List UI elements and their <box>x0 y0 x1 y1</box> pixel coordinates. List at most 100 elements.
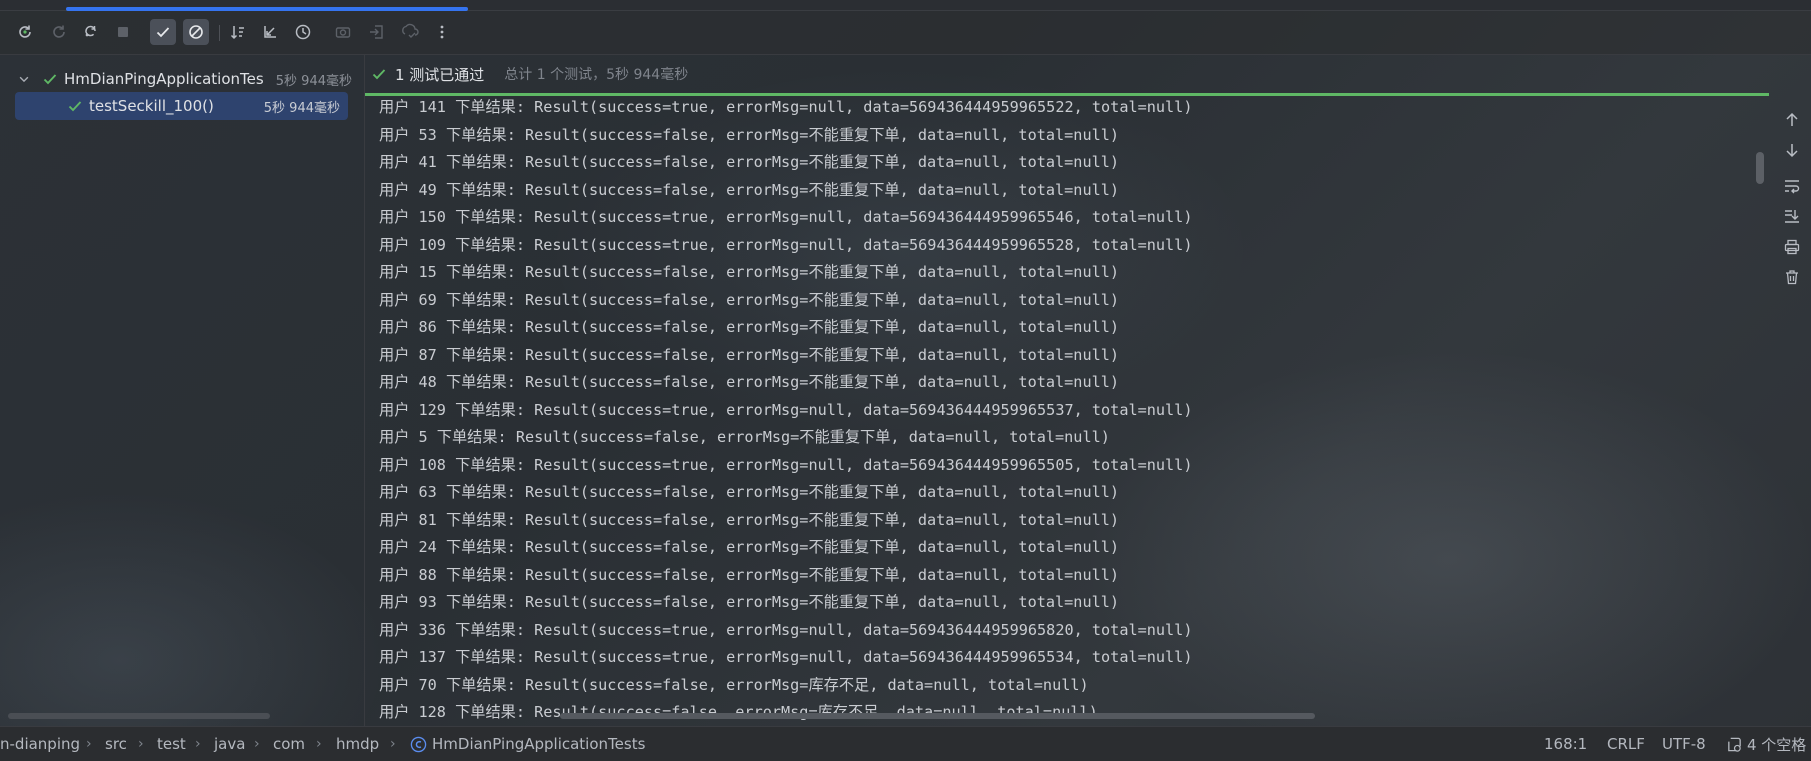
caret-position[interactable]: 168:1 <box>1544 727 1587 761</box>
console-line: 用户 86 下单结果: Result(success=false, errorM… <box>379 318 1120 336</box>
rerun-button[interactable] <box>12 19 38 45</box>
soft-wrap-icon <box>1785 180 1800 194</box>
indent-selector[interactable]: 4 个空格 <box>1726 727 1806 761</box>
rerun-failed-icon <box>53 25 65 38</box>
breadcrumb-separator: › <box>138 736 144 752</box>
indent-icon <box>1726 736 1743 753</box>
console-line: 用户 108 下单结果: Result(success=true, errorM… <box>379 455 1193 474</box>
show-passed-icon <box>156 27 170 38</box>
breadcrumb-label: n-dianping <box>0 735 81 753</box>
status-summary: 总计 1 个测试，5秒 944毫秒 <box>504 67 689 83</box>
show-ignored-toggle[interactable] <box>183 19 209 45</box>
breadcrumb-item[interactable]: n-dianping <box>0 727 80 761</box>
breadcrumb-separator: › <box>316 736 322 752</box>
breadcrumb-item[interactable]: com <box>273 727 305 761</box>
line-separator-label: CRLF <box>1607 735 1645 753</box>
stop-icon <box>118 27 128 37</box>
console-line: 用户 336 下单结果: Result(success=true, errorM… <box>379 620 1193 639</box>
stop-button[interactable] <box>110 19 136 45</box>
breadcrumb-item[interactable]: src <box>105 727 127 761</box>
tree-child-label: testSeckill_100() <box>89 97 214 115</box>
print-icon <box>1784 239 1800 255</box>
tree-root-duration: 5秒 944毫秒 <box>275 73 352 89</box>
console-line: 用户 141 下单结果: Result(success=true, errorM… <box>379 98 1193 116</box>
breadcrumb-item[interactable]: java <box>214 727 245 761</box>
history-button[interactable] <box>290 19 316 45</box>
console-line: 用户 69 下单结果: Result(success=false, errorM… <box>379 290 1120 309</box>
breadcrumb-item[interactable]: HmDianPingApplicationTests <box>410 727 645 761</box>
rerun-icon <box>19 25 31 38</box>
passed-check-icon <box>67 98 83 114</box>
export-tests-button[interactable] <box>397 19 423 45</box>
console-line: 用户 49 下单结果: Result(success=false, errorM… <box>379 180 1120 199</box>
scroll-to-end-button[interactable] <box>1780 204 1804 228</box>
test-status-header: 1 测试已通过 总计 1 个测试，5秒 944毫秒 <box>365 55 1770 93</box>
passed-check-icon <box>42 71 58 87</box>
history-icon <box>295 24 311 40</box>
indent-label: 4 个空格 <box>1747 735 1807 754</box>
breadcrumb-label: test <box>157 735 186 753</box>
screenshot-icon <box>335 27 351 38</box>
toolbar-separator <box>219 25 220 41</box>
sort-alphabetically-button[interactable] <box>225 19 251 45</box>
breadcrumb-item[interactable]: hmdp <box>336 727 379 761</box>
breadcrumb-separator: › <box>390 736 396 752</box>
console-line: 用户 70 下单结果: Result(success=false, errorM… <box>379 675 1089 694</box>
console-line: 用户 5 下单结果: Result(success=false, errorMs… <box>379 428 1110 446</box>
scroll-up-icon <box>1786 112 1798 126</box>
tree-child-duration: 5秒 944毫秒 <box>263 100 340 116</box>
toggle-auto-test-button[interactable] <box>78 19 104 45</box>
scroll-down-button[interactable] <box>1780 138 1804 162</box>
console-output[interactable]: 用户 141 下单结果: Result(success=true, errorM… <box>365 96 1757 726</box>
breadcrumb-separator: › <box>254 736 260 752</box>
breadcrumb-separator: › <box>195 736 201 752</box>
breadcrumb-label: hmdp <box>336 735 380 753</box>
toggle-auto-test-icon <box>85 25 96 37</box>
ide-status-bar: n-dianping › src › test › java › com › h… <box>0 726 1811 761</box>
sort-by-duration-button[interactable] <box>257 19 283 45</box>
import-tests-button[interactable] <box>364 19 390 45</box>
console-line: 用户 129 下单结果: Result(success=true, errorM… <box>379 400 1193 419</box>
breadcrumb-label: java <box>214 735 246 753</box>
scroll-to-end-icon <box>1785 210 1799 223</box>
scroll-down-icon <box>1786 144 1798 158</box>
console-horizontal-scrollbar[interactable] <box>560 713 1315 719</box>
console-vertical-scrollbar[interactable] <box>1756 152 1764 184</box>
tree-child-item[interactable]: testSeckill_100() 5秒 944毫秒 <box>15 92 348 120</box>
breadcrumb-label: com <box>273 735 306 753</box>
java-class-icon <box>410 736 427 753</box>
breadcrumb-label: HmDianPingApplicationTests <box>432 735 646 753</box>
console-line: 用户 93 下单结果: Result(success=false, errorM… <box>379 593 1120 611</box>
show-passed-toggle[interactable] <box>150 19 176 45</box>
line-separator-selector[interactable]: CRLF <box>1607 727 1645 761</box>
tree-root-item[interactable]: HmDianPingApplicationTes 5秒 944毫秒 <box>4 65 360 93</box>
rerun-failed-button[interactable] <box>46 19 72 45</box>
sort-alphabetically-icon <box>230 26 244 40</box>
soft-wrap-button[interactable] <box>1780 174 1804 198</box>
tree-horizontal-scrollbar[interactable] <box>8 713 270 719</box>
screenshot-button[interactable] <box>330 19 356 45</box>
chevron-down-icon[interactable] <box>18 73 32 85</box>
console-line: 用户 41 下单结果: Result(success=false, errorM… <box>379 153 1120 171</box>
breadcrumb-label: src <box>105 735 127 753</box>
passed-check-icon <box>371 66 387 82</box>
export-tests-icon <box>402 23 419 38</box>
sort-by-duration-icon <box>264 26 276 38</box>
test-tree-panel: HmDianPingApplicationTes 5秒 944毫秒 testSe… <box>0 55 365 726</box>
console-line: 用户 63 下单结果: Result(success=false, errorM… <box>379 483 1120 501</box>
clear-all-button[interactable] <box>1780 265 1804 289</box>
breadcrumb-item[interactable]: test <box>157 727 186 761</box>
console-line: 用户 88 下单结果: Result(success=false, errorM… <box>379 565 1120 584</box>
trash-icon <box>1786 270 1798 285</box>
console-line: 用户 109 下单结果: Result(success=true, errorM… <box>379 235 1193 254</box>
more-options-button[interactable] <box>429 19 455 45</box>
test-runner-toolbar <box>0 11 1811 55</box>
console-line: 用户 137 下单结果: Result(success=true, errorM… <box>379 648 1193 666</box>
console-line: 用户 24 下单结果: Result(success=false, errorM… <box>379 538 1120 556</box>
encoding-selector[interactable]: UTF-8 <box>1662 727 1706 761</box>
tree-root-label: HmDianPingApplicationTes <box>64 70 264 88</box>
scroll-up-button[interactable] <box>1780 108 1804 132</box>
console-line: 用户 81 下单结果: Result(success=false, errorM… <box>379 510 1120 529</box>
show-ignored-icon <box>189 25 203 39</box>
print-button[interactable] <box>1780 235 1804 259</box>
